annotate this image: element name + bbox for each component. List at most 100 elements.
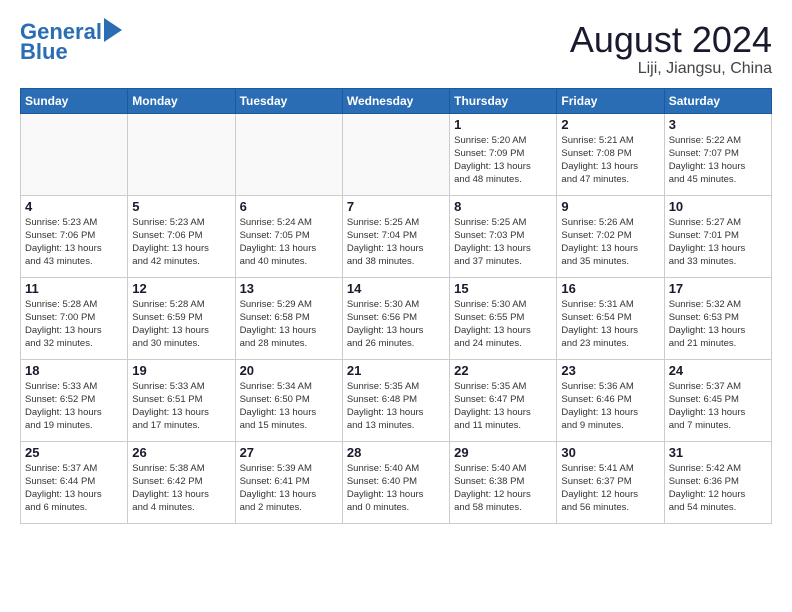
day-number: 10 — [669, 199, 767, 214]
day-info: Sunrise: 5:29 AM Sunset: 6:58 PM Dayligh… — [240, 298, 338, 351]
day-info: Sunrise: 5:28 AM Sunset: 6:59 PM Dayligh… — [132, 298, 230, 351]
week-row-4: 18 Sunrise: 5:33 AM Sunset: 6:52 PM Dayli… — [21, 359, 772, 441]
day-number: 15 — [454, 281, 552, 296]
day-info: Sunrise: 5:32 AM Sunset: 6:53 PM Dayligh… — [669, 298, 767, 351]
day-cell: 20 Sunrise: 5:34 AM Sunset: 6:50 PM Dayli… — [235, 359, 342, 441]
day-number: 24 — [669, 363, 767, 378]
day-number: 31 — [669, 445, 767, 460]
day-number: 11 — [25, 281, 123, 296]
day-info: Sunrise: 5:42 AM Sunset: 6:36 PM Dayligh… — [669, 462, 767, 515]
day-info: Sunrise: 5:38 AM Sunset: 6:42 PM Dayligh… — [132, 462, 230, 515]
day-cell: 9 Sunrise: 5:26 AM Sunset: 7:02 PM Daylig… — [557, 195, 664, 277]
day-info: Sunrise: 5:33 AM Sunset: 6:51 PM Dayligh… — [132, 380, 230, 433]
day-cell: 21Sunrise: 5:35 AM Sunset: 6:48 PM Dayli… — [342, 359, 449, 441]
day-number: 26 — [132, 445, 230, 460]
day-number: 21 — [347, 363, 445, 378]
day-number: 20 — [240, 363, 338, 378]
header: General Blue August 2024 Liji, Jiangsu, … — [20, 20, 772, 78]
day-info: Sunrise: 5:35 AM Sunset: 6:47 PM Dayligh… — [454, 380, 552, 433]
title-block: August 2024 Liji, Jiangsu, China — [570, 20, 772, 78]
day-header-sunday: Sunday — [21, 88, 128, 113]
day-number: 4 — [25, 199, 123, 214]
day-headers-row: SundayMondayTuesdayWednesdayThursdayFrid… — [21, 88, 772, 113]
day-number: 19 — [132, 363, 230, 378]
logo: General Blue — [20, 20, 122, 64]
day-number: 28 — [347, 445, 445, 460]
day-info: Sunrise: 5:37 AM Sunset: 6:45 PM Dayligh… — [669, 380, 767, 433]
day-cell: 2 Sunrise: 5:21 AM Sunset: 7:08 PM Daylig… — [557, 113, 664, 195]
day-info: Sunrise: 5:34 AM Sunset: 6:50 PM Dayligh… — [240, 380, 338, 433]
week-row-2: 4 Sunrise: 5:23 AM Sunset: 7:06 PM Daylig… — [21, 195, 772, 277]
day-info: Sunrise: 5:23 AM Sunset: 7:06 PM Dayligh… — [25, 216, 123, 269]
day-cell: 26 Sunrise: 5:38 AM Sunset: 6:42 PM Dayli… — [128, 441, 235, 523]
day-number: 17 — [669, 281, 767, 296]
day-number: 18 — [25, 363, 123, 378]
day-info: Sunrise: 5:33 AM Sunset: 6:52 PM Dayligh… — [25, 380, 123, 433]
day-cell: 22 Sunrise: 5:35 AM Sunset: 6:47 PM Dayli… — [450, 359, 557, 441]
day-info: Sunrise: 5:25 AM Sunset: 7:04 PM Dayligh… — [347, 216, 445, 269]
day-cell — [235, 113, 342, 195]
day-cell: 3Sunrise: 5:22 AM Sunset: 7:07 PM Daylig… — [664, 113, 771, 195]
day-info: Sunrise: 5:40 AM Sunset: 6:40 PM Dayligh… — [347, 462, 445, 515]
day-number: 22 — [454, 363, 552, 378]
day-info: Sunrise: 5:22 AM Sunset: 7:07 PM Dayligh… — [669, 134, 767, 187]
day-number: 6 — [240, 199, 338, 214]
day-number: 29 — [454, 445, 552, 460]
day-info: Sunrise: 5:40 AM Sunset: 6:38 PM Dayligh… — [454, 462, 552, 515]
day-info: Sunrise: 5:30 AM Sunset: 6:55 PM Dayligh… — [454, 298, 552, 351]
day-number: 2 — [561, 117, 659, 132]
day-number: 30 — [561, 445, 659, 460]
day-info: Sunrise: 5:26 AM Sunset: 7:02 PM Dayligh… — [561, 216, 659, 269]
day-header-friday: Friday — [557, 88, 664, 113]
day-info: Sunrise: 5:36 AM Sunset: 6:46 PM Dayligh… — [561, 380, 659, 433]
day-number: 25 — [25, 445, 123, 460]
day-number: 23 — [561, 363, 659, 378]
day-cell: 27 Sunrise: 5:39 AM Sunset: 6:41 PM Dayli… — [235, 441, 342, 523]
day-info: Sunrise: 5:30 AM Sunset: 6:56 PM Dayligh… — [347, 298, 445, 351]
day-cell: 8 Sunrise: 5:25 AM Sunset: 7:03 PM Daylig… — [450, 195, 557, 277]
day-cell: 1Sunrise: 5:20 AM Sunset: 7:09 PM Daylig… — [450, 113, 557, 195]
week-row-3: 11Sunrise: 5:28 AM Sunset: 7:00 PM Dayli… — [21, 277, 772, 359]
day-cell: 6 Sunrise: 5:24 AM Sunset: 7:05 PM Daylig… — [235, 195, 342, 277]
calendar-subtitle: Liji, Jiangsu, China — [570, 60, 772, 78]
day-info: Sunrise: 5:21 AM Sunset: 7:08 PM Dayligh… — [561, 134, 659, 187]
day-info: Sunrise: 5:24 AM Sunset: 7:05 PM Dayligh… — [240, 216, 338, 269]
day-info: Sunrise: 5:23 AM Sunset: 7:06 PM Dayligh… — [132, 216, 230, 269]
day-cell: 19 Sunrise: 5:33 AM Sunset: 6:51 PM Dayli… — [128, 359, 235, 441]
day-cell: 15 Sunrise: 5:30 AM Sunset: 6:55 PM Dayli… — [450, 277, 557, 359]
day-info: Sunrise: 5:39 AM Sunset: 6:41 PM Dayligh… — [240, 462, 338, 515]
day-cell: 29 Sunrise: 5:40 AM Sunset: 6:38 PM Dayli… — [450, 441, 557, 523]
day-cell: 14 Sunrise: 5:30 AM Sunset: 6:56 PM Dayli… — [342, 277, 449, 359]
day-cell: 24 Sunrise: 5:37 AM Sunset: 6:45 PM Dayli… — [664, 359, 771, 441]
week-row-1: 1Sunrise: 5:20 AM Sunset: 7:09 PM Daylig… — [21, 113, 772, 195]
week-row-5: 25Sunrise: 5:37 AM Sunset: 6:44 PM Dayli… — [21, 441, 772, 523]
day-info: Sunrise: 5:31 AM Sunset: 6:54 PM Dayligh… — [561, 298, 659, 351]
day-cell — [342, 113, 449, 195]
logo-text2: Blue — [20, 40, 68, 64]
day-cell — [128, 113, 235, 195]
day-info: Sunrise: 5:20 AM Sunset: 7:09 PM Dayligh… — [454, 134, 552, 187]
day-number: 7 — [347, 199, 445, 214]
day-cell: 5Sunrise: 5:23 AM Sunset: 7:06 PM Daylig… — [128, 195, 235, 277]
day-number: 12 — [132, 281, 230, 296]
day-number: 16 — [561, 281, 659, 296]
day-cell: 12 Sunrise: 5:28 AM Sunset: 6:59 PM Dayli… — [128, 277, 235, 359]
day-info: Sunrise: 5:25 AM Sunset: 7:03 PM Dayligh… — [454, 216, 552, 269]
day-number: 8 — [454, 199, 552, 214]
day-cell: 4 Sunrise: 5:23 AM Sunset: 7:06 PM Daylig… — [21, 195, 128, 277]
day-cell: 10 Sunrise: 5:27 AM Sunset: 7:01 PM Dayli… — [664, 195, 771, 277]
day-number: 9 — [561, 199, 659, 214]
day-number: 14 — [347, 281, 445, 296]
day-cell: 7 Sunrise: 5:25 AM Sunset: 7:04 PM Daylig… — [342, 195, 449, 277]
day-cell: 31 Sunrise: 5:42 AM Sunset: 6:36 PM Dayli… — [664, 441, 771, 523]
day-cell: 23 Sunrise: 5:36 AM Sunset: 6:46 PM Dayli… — [557, 359, 664, 441]
day-number: 27 — [240, 445, 338, 460]
day-header-thursday: Thursday — [450, 88, 557, 113]
day-header-monday: Monday — [128, 88, 235, 113]
day-cell — [21, 113, 128, 195]
day-cell: 11Sunrise: 5:28 AM Sunset: 7:00 PM Dayli… — [21, 277, 128, 359]
day-info: Sunrise: 5:27 AM Sunset: 7:01 PM Dayligh… — [669, 216, 767, 269]
day-number: 13 — [240, 281, 338, 296]
calendar-title: August 2024 — [570, 20, 772, 60]
day-header-saturday: Saturday — [664, 88, 771, 113]
